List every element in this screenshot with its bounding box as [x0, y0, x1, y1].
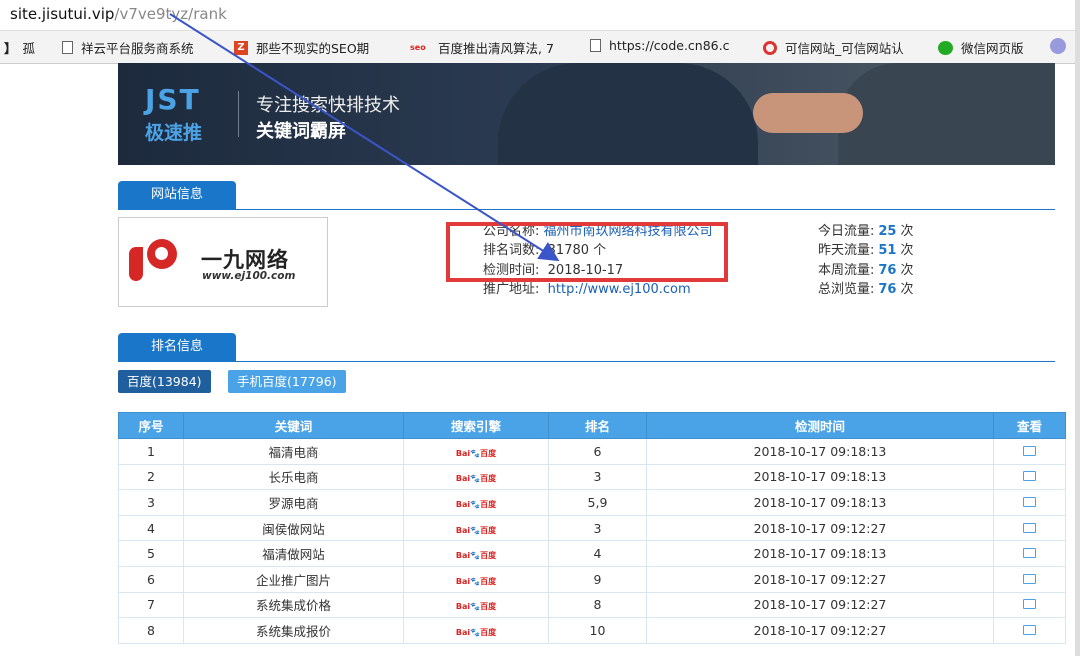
annotation-arrow	[169, 13, 560, 262]
window-edge	[1075, 0, 1080, 656]
